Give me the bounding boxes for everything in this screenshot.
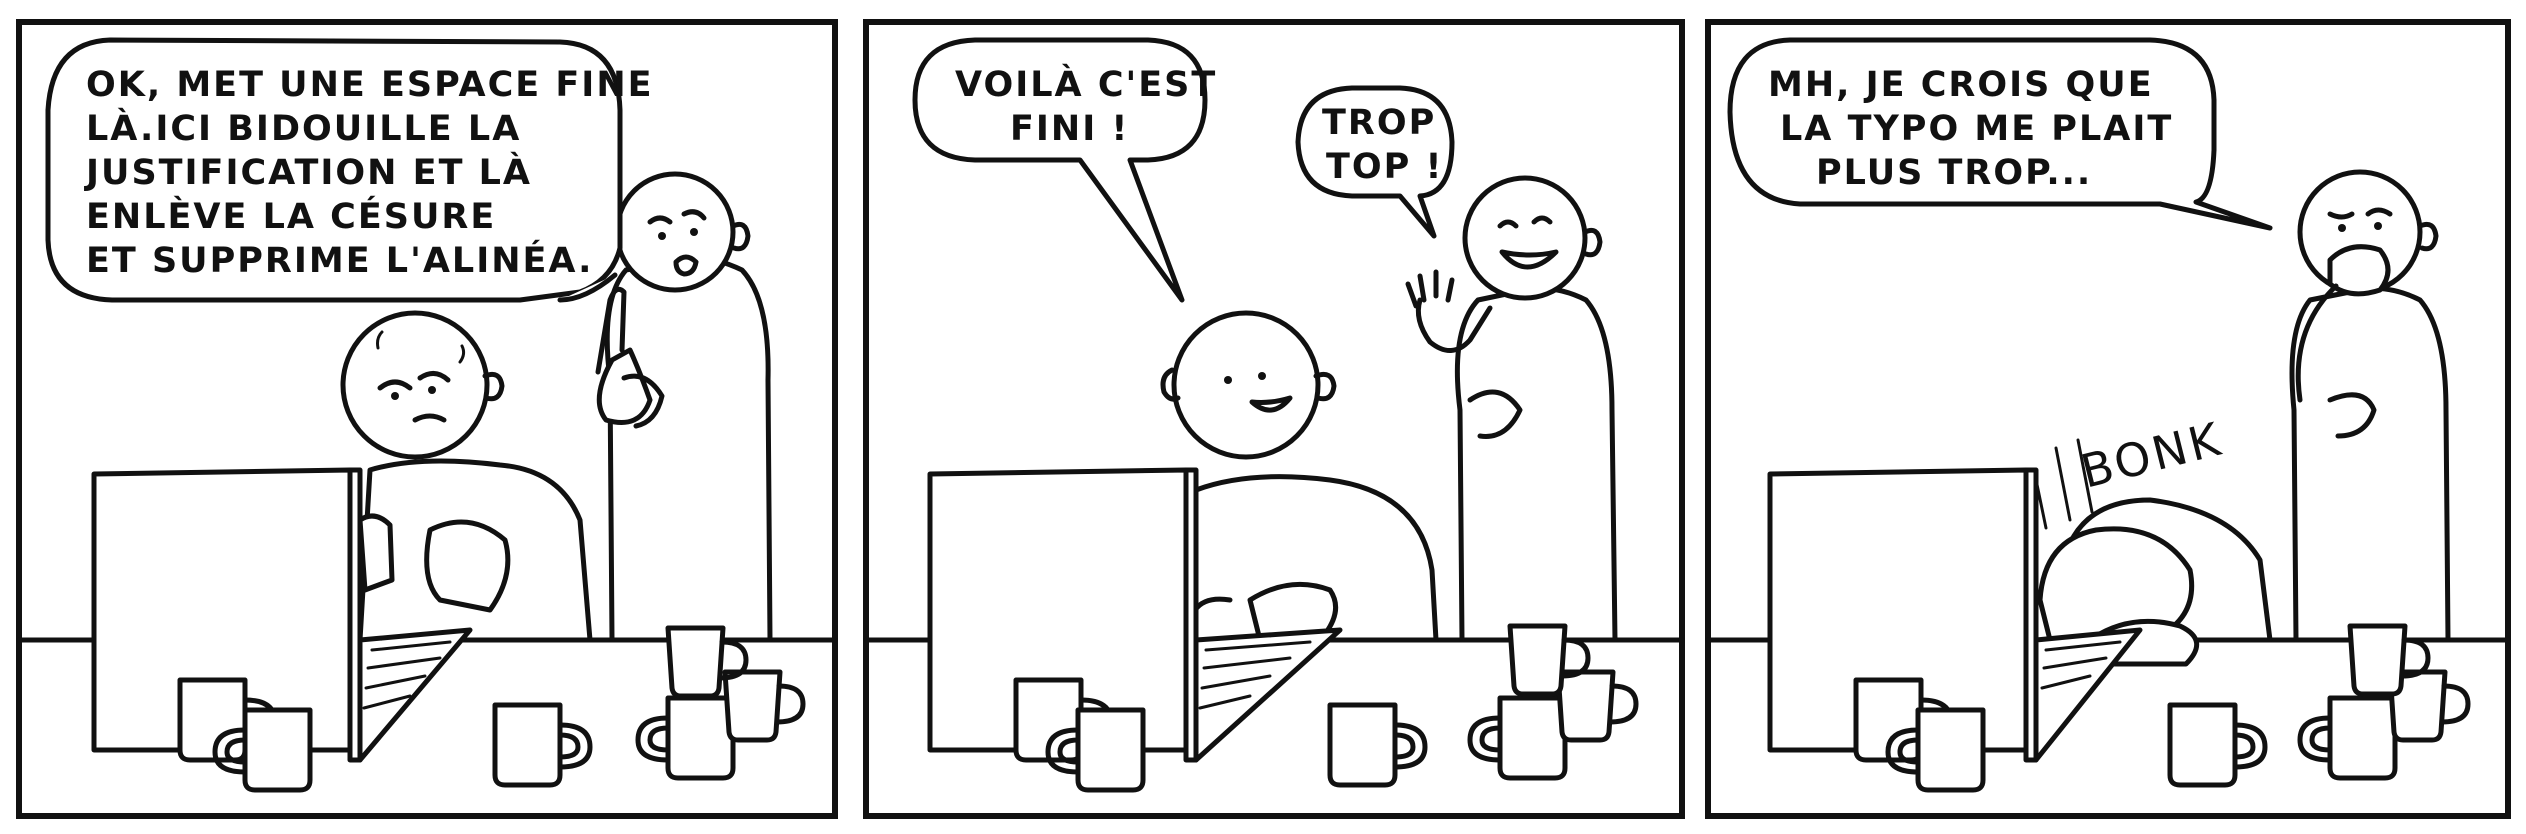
speech-balloon: MH, JE CROIS QUE LA TYPO ME PLAIT PLUS T… — [1727, 37, 2273, 231]
comic-strip: OK, MET UNE ESPACE FINE LÀ.ICI BIDOUILLE… — [16, 19, 2511, 819]
speech-balloon: OK, MET UNE ESPACE FINE LÀ.ICI BIDOUILLE… — [45, 37, 652, 303]
panel-2: VOILÀ C'EST FINI ! TROP TOP ! — [863, 19, 1685, 819]
standing-colleague — [595, 171, 773, 643]
panel-3: BONK MH, JE CROIS QUE LA TYPO ME PLAIT P… — [1705, 19, 2511, 819]
panel-1: OK, MET UNE ESPACE FINE LÀ.ICI BIDOUILLE… — [16, 19, 838, 819]
